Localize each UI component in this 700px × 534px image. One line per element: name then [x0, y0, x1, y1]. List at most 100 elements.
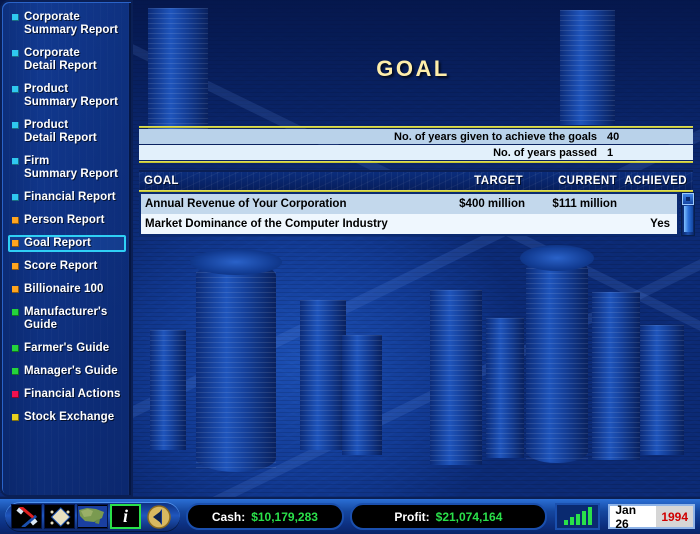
toolbar-group: i — [5, 501, 180, 532]
land-grid-button[interactable] — [44, 504, 75, 529]
sidebar-item-label: Corporate Summary Report — [24, 11, 119, 36]
column-header-current: CURRENT — [557, 175, 617, 187]
info-row-years-passed: No. of years passed 1 — [139, 145, 693, 160]
chart-button[interactable] — [554, 503, 601, 530]
page-title: GOAL — [376, 56, 450, 81]
bar — [563, 520, 568, 525]
bullet-icon — [12, 286, 19, 293]
sidebar-item-label: Farmer's Guide — [24, 342, 110, 354]
sidebar-item-financial-actions[interactable]: Financial Actions — [8, 386, 126, 403]
table-header: GOAL TARGET CURRENT ACHIEVED — [139, 170, 693, 190]
sidebar-item-billionaire-100[interactable]: Billionaire 100 — [8, 281, 126, 298]
sidebar-item-label: Firm Summary Report — [24, 155, 119, 180]
status-bar: i Cash: $10,179,283 Profit: $21,074,164 … — [0, 497, 700, 534]
usa-map-icon — [78, 506, 107, 527]
bullet-icon — [12, 217, 19, 224]
profit-readout: Profit: $21,074,164 — [349, 503, 547, 530]
table-row[interactable]: Annual Revenue of Your Corporation $400 … — [141, 194, 677, 214]
bullet-icon — [12, 50, 19, 57]
cell-goal: Annual Revenue of Your Corporation — [145, 198, 347, 210]
divider — [139, 161, 693, 163]
tools-icon — [15, 506, 38, 527]
sidebar-item-product-summary-report[interactable]: Product Summary Report — [8, 81, 126, 111]
goal-table: Annual Revenue of Your Corporation $400 … — [139, 192, 679, 236]
date-display[interactable]: Jan 26 1994 — [608, 502, 696, 531]
sidebar-item-label: Stock Exchange — [24, 411, 115, 423]
sidebar-item-label: Goal Report — [24, 237, 91, 249]
sidebar-item-label: Person Report — [24, 214, 105, 226]
cash-label: Cash: — [211, 509, 246, 524]
sidebar-item-manufacturers-guide[interactable]: Manufacturer's Guide — [8, 304, 126, 334]
sidebar-item-label: Financial Report — [24, 191, 116, 203]
bullet-icon — [12, 194, 19, 201]
info-label: No. of years passed — [493, 146, 597, 159]
bar — [581, 511, 586, 525]
back-button[interactable] — [143, 504, 174, 529]
info-value: 40 — [607, 130, 620, 143]
column-header-achieved: ACHIEVED — [624, 175, 687, 187]
bar — [575, 514, 580, 525]
bullet-icon — [12, 391, 19, 398]
bullet-icon — [12, 240, 19, 247]
info-button[interactable]: i — [110, 504, 141, 529]
sidebar-item-label: Score Report — [24, 260, 98, 272]
bullet-icon — [12, 158, 19, 165]
cell-goal: Market Dominance of the Computer Industr… — [145, 218, 388, 230]
cell-current: $111 million — [552, 198, 617, 210]
info-row-years-given: No. of years given to achieve the goals … — [139, 129, 693, 144]
info-label: No. of years given to achieve the goals — [394, 130, 597, 143]
bar — [569, 517, 574, 525]
sidebar-item-corporate-detail-report[interactable]: Corporate Detail Report — [8, 45, 126, 75]
sidebar-item-label: Manufacturer's Guide — [24, 306, 108, 331]
scroll-up-button[interactable] — [682, 193, 694, 205]
sidebar-item-label: Product Detail Report — [24, 119, 97, 144]
usa-map-button[interactable] — [77, 504, 108, 529]
bullet-icon — [12, 309, 19, 316]
sidebar-item-stock-exchange[interactable]: Stock Exchange — [8, 409, 126, 426]
divider — [139, 126, 693, 128]
bullet-icon — [12, 14, 19, 21]
bullet-icon — [12, 86, 19, 93]
land-grid-icon — [50, 506, 71, 527]
profit-label: Profit: — [394, 509, 430, 524]
sidebar-item-corporate-summary-report[interactable]: Corporate Summary Report — [8, 9, 126, 39]
bullet-icon — [12, 345, 19, 352]
column-header-goal: GOAL — [144, 175, 179, 187]
sidebar-item-firm-summary-report[interactable]: Firm Summary Report — [8, 153, 126, 183]
info-value: 1 — [607, 146, 614, 159]
sidebar-item-goal-report[interactable]: Goal Report — [8, 235, 126, 252]
cell-achieved: Yes — [650, 218, 670, 230]
profit-value: $21,074,164 — [435, 509, 503, 524]
bullet-icon — [12, 122, 19, 129]
sidebar-item-farmers-guide[interactable]: Farmer's Guide — [8, 340, 126, 357]
bullet-icon — [12, 414, 19, 421]
column-header-target: TARGET — [474, 175, 523, 187]
sidebar-item-financial-report[interactable]: Financial Report — [8, 189, 126, 206]
bar — [587, 507, 592, 525]
vertical-scrollbar[interactable] — [681, 192, 695, 236]
scrollbar-thumb[interactable] — [683, 206, 693, 232]
year-value: 1994 — [656, 506, 694, 527]
sidebar-item-product-detail-report[interactable]: Product Detail Report — [8, 117, 126, 147]
table-row[interactable]: Market Dominance of the Computer Industr… — [141, 214, 677, 234]
cash-readout: Cash: $10,179,283 — [186, 503, 344, 530]
bullet-icon — [12, 368, 19, 375]
main-panel: GOAL No. of years given to achieve the g… — [133, 0, 700, 497]
sidebar-item-managers-guide[interactable]: Manager's Guide — [8, 363, 126, 380]
sidebar-item-label: Billionaire 100 — [24, 283, 104, 295]
bullet-icon — [12, 263, 19, 270]
sidebar-item-label: Manager's Guide — [24, 365, 118, 377]
sidebar-menu: Corporate Summary Report Corporate Detail… — [8, 9, 126, 426]
info-icon: i — [122, 506, 128, 526]
sidebar-item-label: Product Summary Report — [24, 83, 119, 108]
sidebar-item-person-report[interactable]: Person Report — [8, 212, 126, 229]
sidebar-item-label: Corporate Detail Report — [24, 47, 97, 72]
tools-button[interactable] — [11, 504, 42, 529]
sidebar-item-score-report[interactable]: Score Report — [8, 258, 126, 275]
sidebar: Corporate Summary Report Corporate Detail… — [0, 0, 133, 497]
sidebar-item-label: Financial Actions — [24, 388, 121, 400]
date-value: Jan 26 — [615, 502, 637, 531]
cell-target: $400 million — [459, 198, 525, 210]
back-arrow-icon — [146, 504, 171, 529]
cash-value: $10,179,283 — [251, 509, 318, 524]
